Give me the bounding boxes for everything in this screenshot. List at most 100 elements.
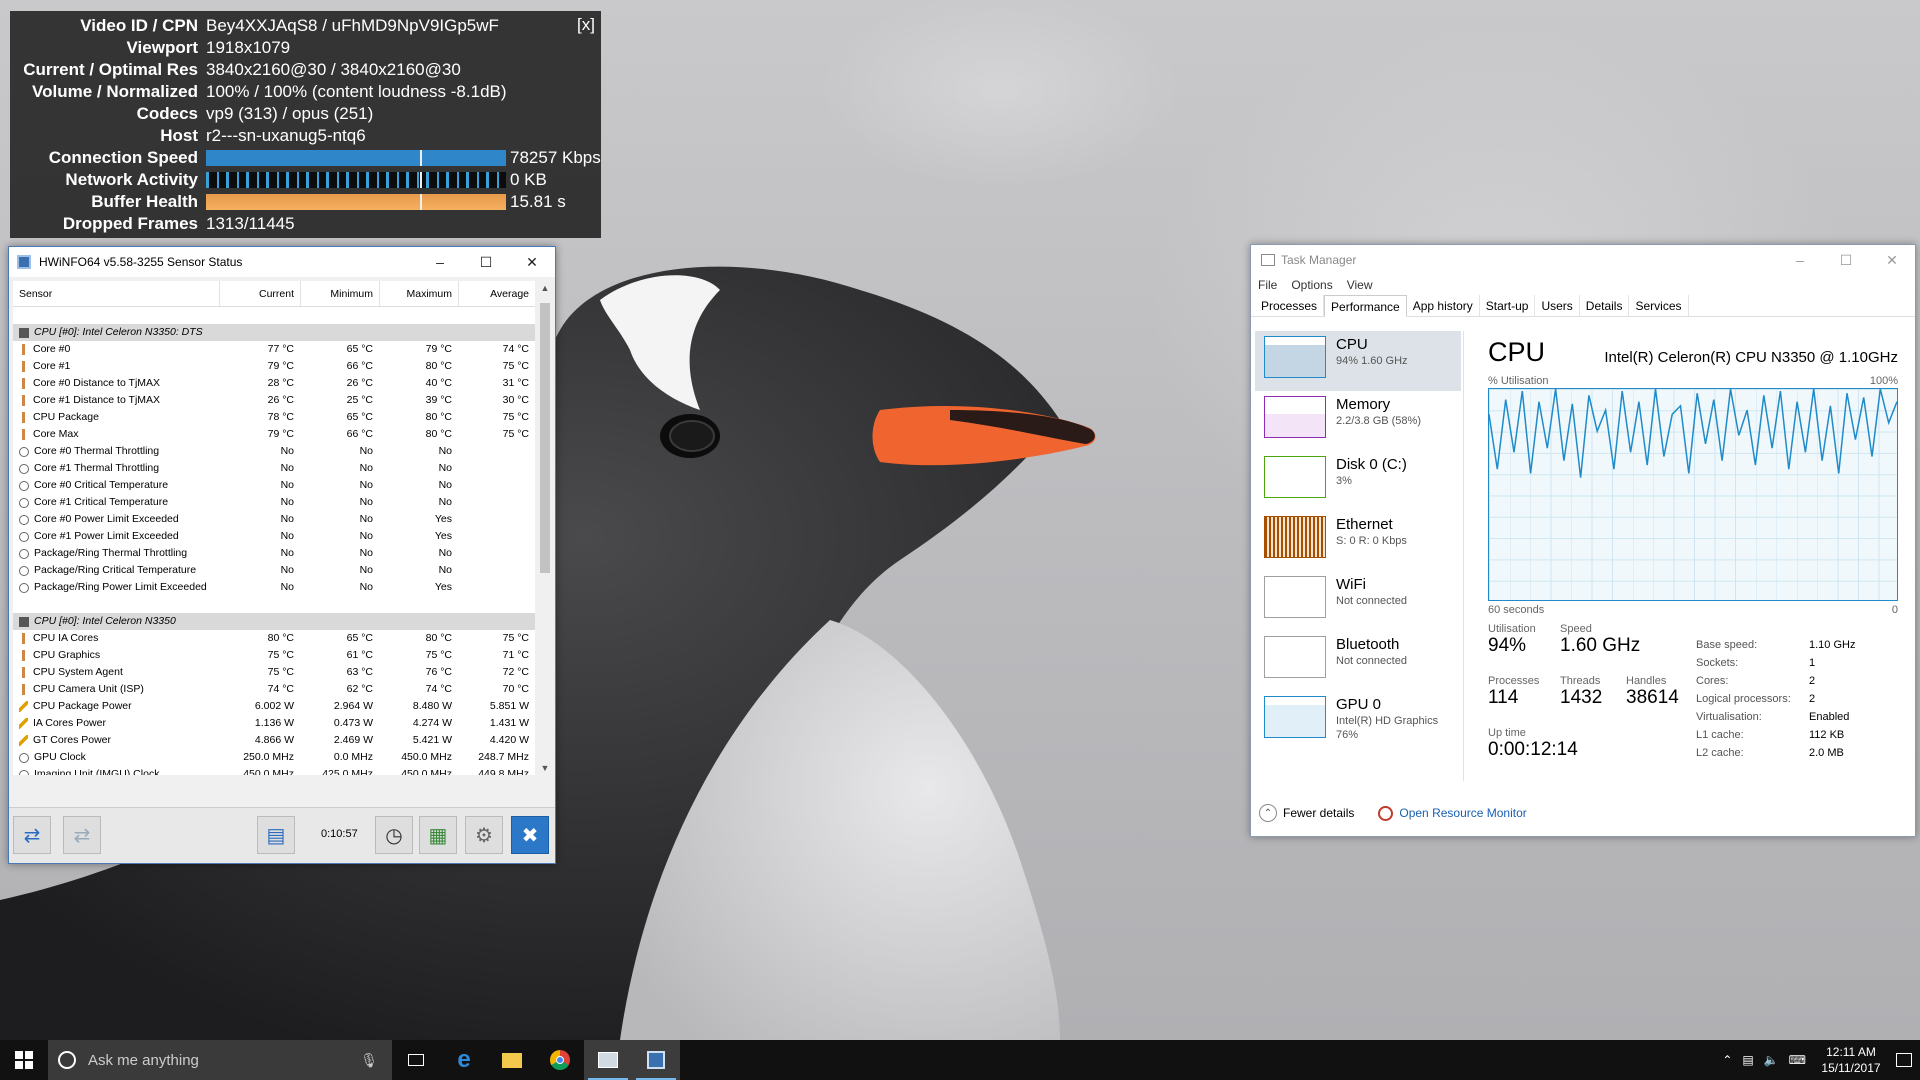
menu-file[interactable]: File [1258,278,1277,292]
edge-icon: e [457,1046,471,1073]
sensor-row[interactable]: Core #0 77 °C 65 °C 79 °C 74 °C [13,341,535,358]
sensor-row[interactable]: CPU Graphics 75 °C 61 °C 75 °C 71 °C [13,647,535,664]
sensor-row[interactable]: CPU Package 78 °C 65 °C 80 °C 75 °C [13,409,535,426]
sensor-row[interactable]: CPU System Agent 75 °C 63 °C 76 °C 72 °C [13,664,535,681]
tab-processes[interactable]: Processes [1255,295,1325,316]
taskbar-clock[interactable]: 12:11 AM 15/11/2017 [1816,1044,1886,1076]
scroll-down-arrow-icon[interactable]: ▼ [537,763,553,773]
sensor-row[interactable]: Package/Ring Critical Temperature No No No [13,562,535,579]
uptime-stat: Up time 0:00:12:14 [1488,727,1578,760]
sensor-row[interactable]: Core #1 Critical Temperature No No No [13,494,535,511]
open-resource-monitor-link[interactable]: Open Resource Monitor [1378,805,1527,821]
action-center-icon[interactable] [1896,1053,1912,1067]
network-icon[interactable]: ▤ [1742,1053,1753,1067]
edge-taskbar-button[interactable]: e [440,1040,488,1080]
navigate-arrows-icon[interactable]: ⇄ [13,816,51,854]
close-x-icon[interactable]: ✖ [511,816,549,854]
sensor-row[interactable]: Package/Ring Thermal Throttling No No No [13,545,535,562]
sensor-row[interactable]: CPU IA Cores 80 °C 65 °C 80 °C 75 °C [13,630,535,647]
sensor-row[interactable]: CPU Package Power 6.002 W 2.964 W 8.480 W 5.… [13,698,535,715]
task-manager-taskbar-button[interactable] [584,1040,632,1080]
menu-view[interactable]: View [1347,278,1373,292]
stats-close-button[interactable]: [x] [577,15,595,35]
sensor-row[interactable]: IA Cores Power 1.136 W 0.473 W 4.274 W 1.431… [13,715,535,732]
maximize-button[interactable]: ☐ [463,254,509,271]
cortana-search-box[interactable]: Ask me anything 🎙 [48,1040,392,1080]
resource-item-memory[interactable]: Memory 2.2/3.8 GB (58%) [1255,391,1461,451]
sensor-row[interactable]: Core #1 Power Limit Exceeded No No Yes [13,528,535,545]
tab-app-history[interactable]: App history [1407,295,1480,316]
sensor-group-dts[interactable]: CPU [#0]: Intel Celeron N3350: DTS [13,324,535,341]
column-header-average[interactable]: Average [458,281,535,306]
sensor-group-cpu[interactable]: CPU [#0]: Intel Celeron N3350 [13,613,535,630]
sensor-maximum: 75 °C [425,649,452,661]
tab-performance[interactable]: Performance [1324,295,1407,317]
sensor-minimum: 65 °C [346,632,373,644]
chrome-taskbar-button[interactable] [536,1040,584,1080]
tab-users[interactable]: Users [1535,295,1580,316]
hwinfo-titlebar[interactable]: HWiNFO64 v5.58-3255 Sensor Status – ☐ ✕ [9,247,555,277]
column-header-sensor[interactable]: Sensor [13,281,219,306]
tab-start-up[interactable]: Start-up [1480,295,1536,316]
taskmgr-minimize-button[interactable]: – [1777,252,1823,268]
column-header-minimum[interactable]: Minimum [300,281,379,306]
sensor-row[interactable]: Core #0 Power Limit Exceeded No No Yes [13,511,535,528]
log-file-icon[interactable]: ▦ [419,816,457,854]
taskmgr-menu-bar: File Options View [1251,275,1915,295]
microphone-icon[interactable]: 🎙 [360,1052,378,1069]
taskmgr-titlebar[interactable]: Task Manager – ☐ ✕ [1251,245,1915,275]
resource-item-gpu-0[interactable]: GPU 0 Intel(R) HD Graphics 76% [1255,691,1461,751]
sensor-row[interactable]: Imaging Unit (IMGU) Clock 450.0 MHz 425.0 … [13,766,535,775]
resource-item-ethernet[interactable]: Ethernet S: 0 R: 0 Kbps [1255,511,1461,571]
task-view-button[interactable] [392,1040,440,1080]
sensor-row[interactable]: GT Cores Power 4.866 W 2.469 W 5.421 W 4.420… [13,732,535,749]
clock-icon[interactable]: ◷ [375,816,413,854]
taskmgr-close-button[interactable]: ✕ [1869,252,1915,269]
resource-subtitle: 2.2/3.8 GB (58%) [1336,415,1421,427]
file-explorer-taskbar-button[interactable] [488,1040,536,1080]
sensor-scrollbar[interactable]: ▲ ▼ [537,281,553,775]
sensor-row[interactable]: CPU Camera Unit (ISP) 74 °C 62 °C 74 °C 70 °… [13,681,535,698]
hwinfo-taskbar-button[interactable] [632,1040,680,1080]
settings-gear-icon[interactable]: ⚙ [465,816,503,854]
fewer-details-button[interactable]: ⌃ Fewer details [1259,804,1354,822]
buffer-health-bar [206,194,506,210]
tray-overflow-chevron-icon[interactable]: ⌃ [1722,1053,1732,1067]
menu-options[interactable]: Options [1291,278,1332,292]
volume-icon[interactable]: 🔈 [1764,1053,1779,1067]
sensor-row[interactable]: Package/Ring Power Limit Exceeded No No Yes [13,579,535,596]
keyboard-icon[interactable]: ⌨ [1789,1053,1806,1067]
resource-item-wifi[interactable]: WiFi Not connected [1255,571,1461,631]
sensor-row[interactable]: Core #1 Distance to TjMAX 26 °C 25 °C 39 °C… [13,392,535,409]
sensor-maximum: 80 °C [425,360,452,372]
cpu-spec-row: Virtualisation: Enabled [1696,711,1896,729]
resource-subtitle: 3% [1336,475,1352,487]
sensor-row[interactable]: Core #0 Critical Temperature No No No [13,477,535,494]
sensor-name: IA Cores Power [33,717,106,729]
minimize-button[interactable]: – [417,254,463,270]
scroll-up-arrow-icon[interactable]: ▲ [537,283,553,293]
sensor-row[interactable]: Core #1 79 °C 66 °C 80 °C 75 °C [13,358,535,375]
sensor-current: No [280,581,294,593]
taskmgr-maximize-button[interactable]: ☐ [1823,252,1869,269]
sensor-row[interactable]: Core #0 Distance to TjMAX 28 °C 26 °C 40 °C… [13,375,535,392]
tab-services[interactable]: Services [1629,295,1689,316]
sensor-maximum: Yes [434,581,452,593]
sensor-row[interactable]: Core #0 Thermal Throttling No No No [13,443,535,460]
resource-item-disk-0-c[interactable]: Disk 0 (C:) 3% [1255,451,1461,511]
sensor-row[interactable]: GPU Clock 250.0 MHz 0.0 MHz 450.0 MHz 248.7 … [13,749,535,766]
resource-name: CPU [1336,336,1368,353]
resource-item-cpu[interactable]: CPU 94% 1.60 GHz [1255,331,1461,391]
navigate-arrows-disabled-icon[interactable]: ⇄ [63,816,101,854]
column-header-maximum[interactable]: Maximum [379,281,458,306]
network-computers-icon[interactable]: ▤ [257,816,295,854]
sensor-row[interactable]: Core #1 Thermal Throttling No No No [13,460,535,477]
sensor-minimum: No [359,496,373,508]
start-button[interactable] [0,1040,48,1080]
scrollbar-thumb[interactable] [540,303,550,573]
sensor-row[interactable]: Core Max 79 °C 66 °C 80 °C 75 °C [13,426,535,443]
close-button[interactable]: ✕ [509,254,555,271]
resource-item-bluetooth[interactable]: Bluetooth Not connected [1255,631,1461,691]
tab-details[interactable]: Details [1580,295,1630,316]
column-header-current[interactable]: Current [219,281,300,306]
